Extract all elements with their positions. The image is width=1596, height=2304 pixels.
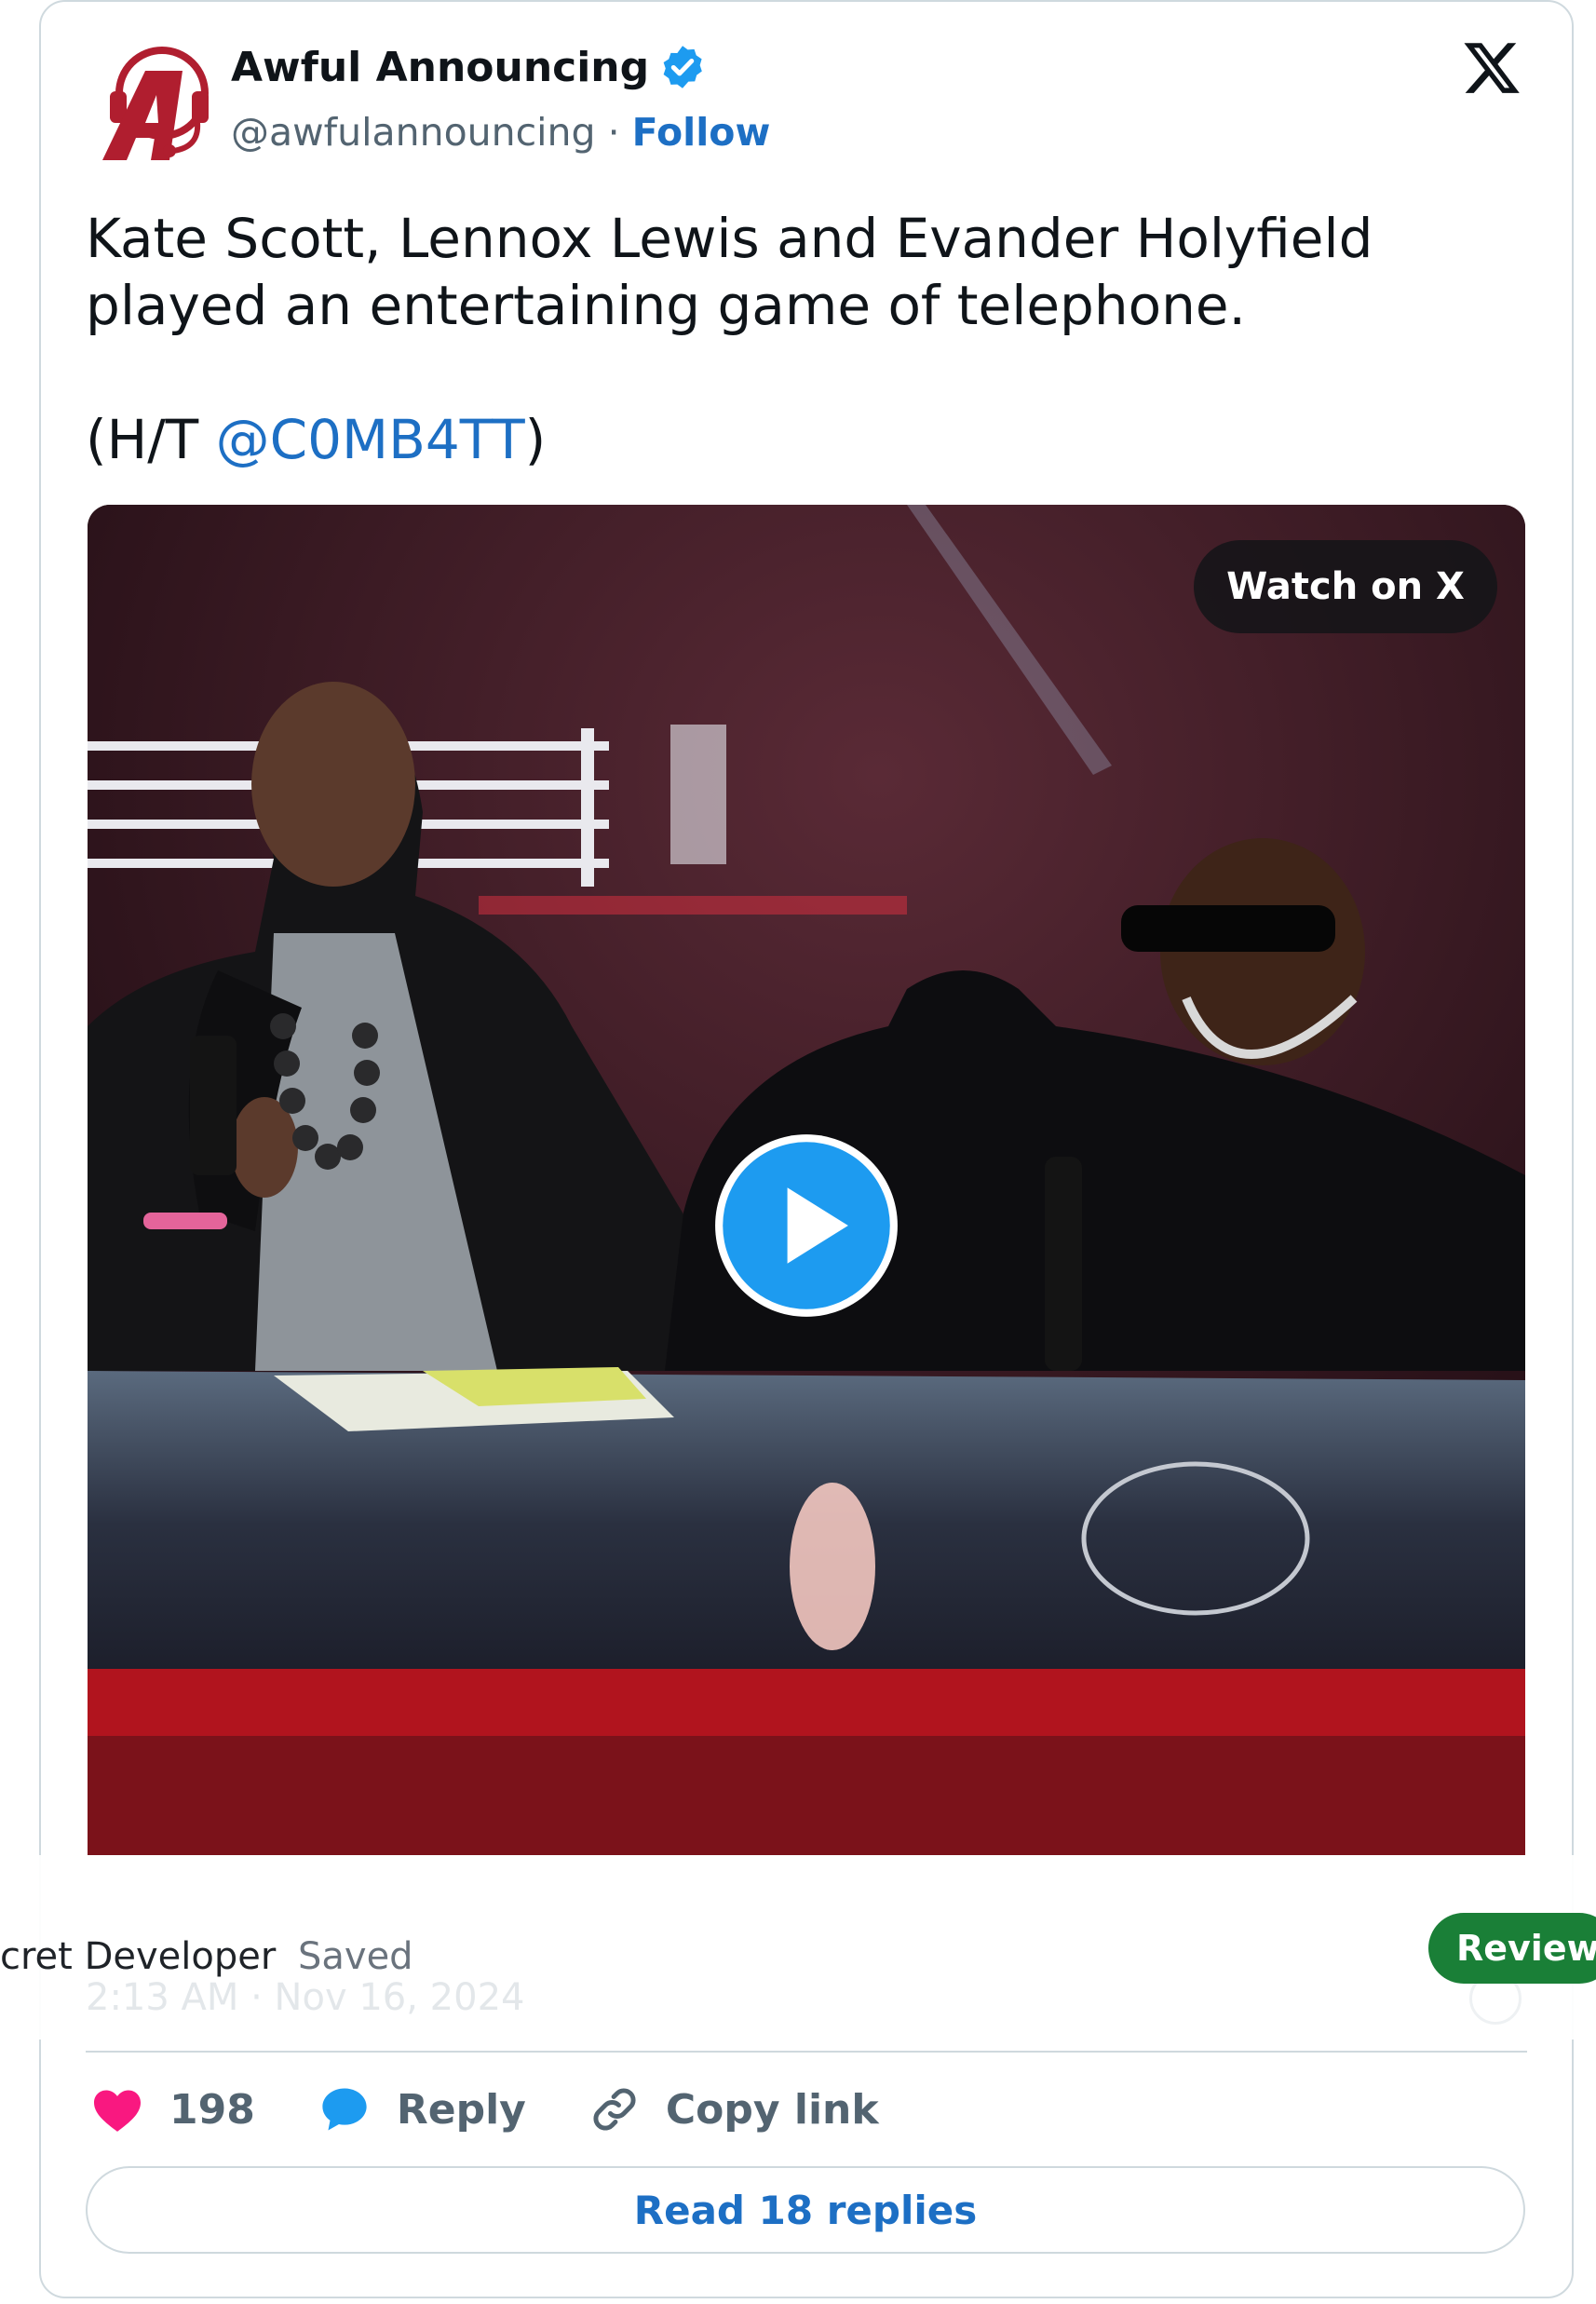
overlay-saved-status: Saved: [298, 1935, 413, 1978]
avatar[interactable]: [101, 37, 214, 168]
reply-button[interactable]: Reply: [318, 2084, 526, 2135]
follow-button[interactable]: Follow: [632, 110, 771, 155]
heart-icon: [94, 2090, 141, 2132]
author-name[interactable]: Awful Announcing: [231, 44, 649, 91]
like-button[interactable]: 198: [91, 2086, 255, 2134]
link-icon: [593, 2088, 636, 2131]
overlay-author: cret Developer: [0, 1935, 277, 1978]
read-replies-button[interactable]: Read 18 replies: [86, 2166, 1525, 2254]
review-button[interactable]: Review s: [1428, 1913, 1596, 1984]
tweet-timestamp[interactable]: 2:13 AM · Nov 16, 2024: [86, 1976, 524, 2019]
reply-icon: [322, 2088, 367, 2131]
watch-on-x-button[interactable]: Watch on X: [1194, 540, 1497, 633]
action-bar: 198 Reply Copy link: [91, 2084, 942, 2135]
x-logo-icon[interactable]: [1460, 37, 1523, 99]
copy-link-button[interactable]: Copy link: [589, 2084, 879, 2135]
author-handle[interactable]: @awfulannouncing: [231, 110, 596, 155]
author-row: Awful Announcing: [231, 43, 707, 91]
copy-link-label: Copy link: [665, 2085, 879, 2134]
tweet-text-end: ): [524, 408, 547, 471]
verified-badge-icon: [663, 46, 702, 88]
reply-label: Reply: [396, 2085, 526, 2134]
play-icon[interactable]: [711, 1131, 901, 1321]
handle-row: @awfulannouncing · Follow: [231, 110, 770, 155]
tweet-text: Kate Scott, Lennox Lewis and Evander Hol…: [86, 205, 1538, 473]
like-count: 198: [169, 2085, 255, 2134]
mention-link[interactable]: @C0MB4TT: [216, 408, 525, 471]
divider: [86, 2051, 1527, 2053]
handle-separator: ·: [595, 110, 632, 155]
